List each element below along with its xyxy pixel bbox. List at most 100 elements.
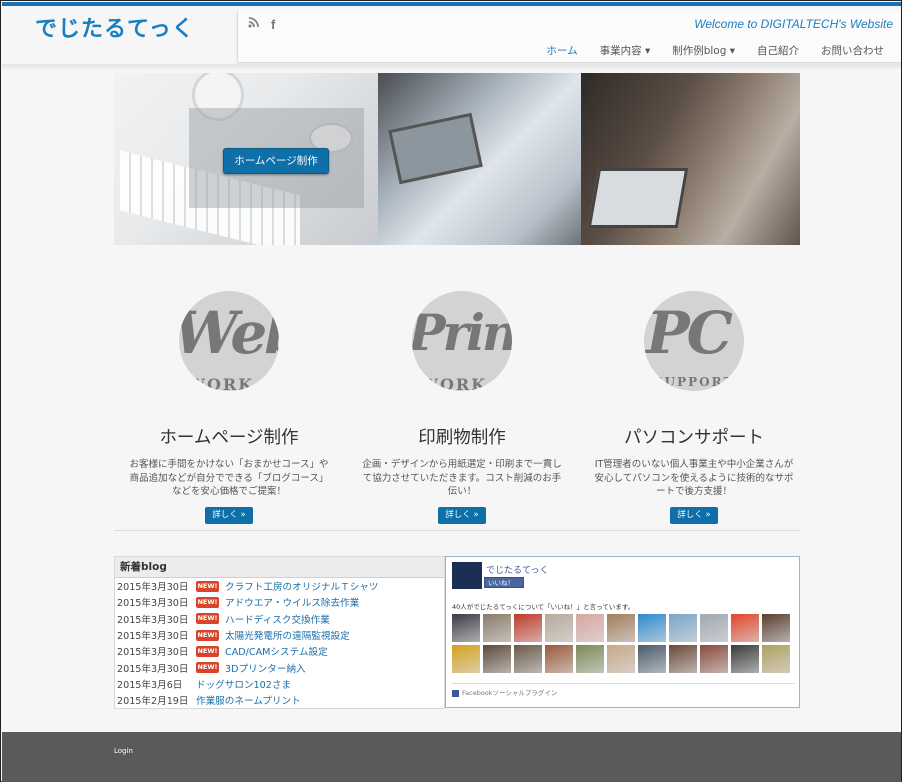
blog-list-item: 2015年3月30日 NEW! クラフト工房のオリジナルＴシャツ	[115, 578, 444, 594]
fan-avatar[interactable]	[607, 645, 635, 673]
pc-badge-sub: SUPPORT	[654, 375, 735, 389]
service-description: 企画・デザインから用紙選定・印刷まで一貫して協力させていただきます。コスト削減の…	[362, 459, 562, 497]
blog-date: 2015年3月6日	[117, 679, 183, 691]
facebook-plugin-footer: Facebookソーシャルプラグイン	[452, 683, 795, 697]
facebook-like-box: でじたるてっく いいね！ 40人がでじたるてっくについて「いいね！」と言っていま…	[445, 556, 800, 708]
laptop-screen-image	[587, 168, 689, 228]
blog-date: 2015年3月30日	[117, 663, 189, 675]
fan-avatar[interactable]	[607, 614, 635, 642]
menu-item-blog[interactable]: 制作例blog ▾	[661, 43, 746, 58]
hero-slider: ホームページ制作	[114, 73, 800, 245]
service-web: Web WORK ホームページ制作 お客様に手間をかけない「おまかせコース」や商…	[114, 286, 344, 524]
service-title: ホームページ制作	[159, 428, 299, 448]
blog-date: 2015年2月19日	[117, 696, 189, 708]
fan-avatar[interactable]	[545, 614, 573, 642]
blog-list-item: 2015年3月30日 NEW! CAD/CAMシステム設定	[115, 643, 444, 659]
print-badge-sub: WORK	[420, 375, 488, 391]
blog-post-link[interactable]: 3Dプリンター納入	[225, 661, 306, 675]
blog-post-link[interactable]: クラフト工房のオリジナルＴシャツ	[225, 579, 379, 593]
services-section: Web WORK ホームページ制作 お客様に手間をかけない「おまかせコース」や商…	[114, 286, 800, 524]
welcome-text: Welcome to DIGITALTECH's Website	[694, 17, 893, 31]
blog-date: 2015年3月30日	[117, 631, 189, 643]
fan-avatar[interactable]	[452, 645, 480, 673]
print-work-icon: Print WORK	[412, 291, 512, 391]
header-nav-box: f Welcome to DIGITALTECH's Website ホーム 事…	[237, 11, 901, 63]
facebook-fans-grid	[452, 614, 795, 673]
laptop-image	[388, 112, 483, 185]
fan-avatar[interactable]	[514, 614, 542, 642]
menu-item-services[interactable]: 事業内容 ▾	[589, 43, 662, 58]
details-button[interactable]: 詳しく »	[205, 506, 253, 524]
service-pc: PC SUPPORT パソコンサポート IT管理者のいない個人事業主や中小企業さ…	[579, 286, 809, 524]
fan-avatar[interactable]	[483, 645, 511, 673]
fan-avatar[interactable]	[731, 614, 759, 642]
pc-support-icon: PC SUPPORT	[644, 291, 744, 391]
page-frame: でじたるてっく f Welcome to DIGITALTECH's Websi…	[0, 0, 902, 782]
hero-image-meeting	[378, 73, 581, 245]
hero-homepage-button[interactable]: ホームページ制作	[223, 148, 329, 174]
blog-post-link[interactable]: ドッグサロン102さま	[196, 677, 291, 691]
blog-post-link[interactable]: CAD/CAMシステム設定	[225, 644, 328, 658]
blog-list-item: 2015年3月30日 NEW! ハードディスク交換作業	[115, 611, 444, 627]
details-button[interactable]: 詳しく »	[438, 506, 486, 524]
blog-post-link[interactable]: 太陽光発電所の遠隔監視設定	[225, 628, 350, 642]
service-print: Print WORK 印刷物制作 企画・デザインから用紙選定・印刷まで一貫して協…	[347, 286, 577, 524]
fan-avatar[interactable]	[514, 645, 542, 673]
facebook-icon[interactable]: f	[271, 17, 275, 32]
social-icons: f	[248, 17, 275, 32]
blog-post-link[interactable]: ハードディスク交換作業	[225, 612, 330, 626]
blog-post-link[interactable]: アドウエア・ウイルス除去作業	[225, 595, 359, 609]
menu-item-home[interactable]: ホーム	[535, 43, 588, 58]
blog-date: 2015年3月30日	[117, 582, 189, 594]
rss-icon[interactable]	[248, 17, 259, 32]
service-title: 印刷物制作	[418, 428, 506, 448]
new-badge: NEW!	[196, 645, 219, 657]
fan-avatar[interactable]	[762, 614, 790, 642]
login-link[interactable]: Login	[114, 747, 133, 755]
fan-avatar[interactable]	[576, 614, 604, 642]
fan-avatar[interactable]	[545, 645, 573, 673]
header-shadow	[2, 64, 901, 70]
fan-avatar[interactable]	[700, 614, 728, 642]
hero-image-desk: ホームページ制作	[114, 73, 378, 245]
blog-list-item: 2015年3月30日 NEW! 太陽光発電所の遠隔監視設定	[115, 627, 444, 643]
fan-avatar[interactable]	[638, 614, 666, 642]
new-badge: NEW!	[196, 596, 219, 608]
details-button[interactable]: 詳しく »	[670, 506, 718, 524]
top-accent-bar	[2, 2, 901, 6]
fan-avatar[interactable]	[762, 645, 790, 673]
fan-avatar[interactable]	[452, 614, 480, 642]
fan-avatar[interactable]	[731, 645, 759, 673]
service-description: お客様に手間をかけない「おまかせコース」や商品追加などが自分でできる「ブログコー…	[129, 459, 329, 497]
blog-heading: 新着blog	[115, 557, 444, 578]
facebook-icon	[452, 689, 459, 697]
menu-item-about[interactable]: 自己紹介	[746, 43, 810, 58]
new-badge: NEW!	[196, 629, 219, 641]
blog-list-item: 2015年2月19日 作業服のネームプリント	[115, 692, 444, 708]
blog-date: 2015年3月30日	[117, 598, 189, 610]
new-blog-widget: 新着blog 2015年3月30日 NEW! クラフト工房のオリジナルＴシャツ 201…	[114, 556, 445, 709]
web-work-icon: Web WORK	[179, 291, 279, 391]
facebook-footer-text[interactable]: Facebookソーシャルプラグイン	[462, 689, 557, 697]
fan-avatar[interactable]	[483, 614, 511, 642]
print-badge-text: Print	[412, 303, 512, 362]
web-badge-text: Web	[179, 299, 279, 367]
blog-list-item: 2015年3月6日 ドッグサロン102さま	[115, 676, 444, 692]
fan-avatar[interactable]	[669, 614, 697, 642]
hero-image-team	[581, 73, 800, 245]
facebook-page-name[interactable]: でじたるてっく	[486, 563, 548, 576]
site-logo[interactable]: でじたるてっく	[35, 11, 195, 43]
facebook-like-count: 40人がでじたるてっくについて「いいね！」と言っています。	[452, 603, 635, 611]
fan-avatar[interactable]	[669, 645, 697, 673]
menu-item-contact[interactable]: お問い合わせ	[810, 43, 895, 58]
facebook-page-thumbnail[interactable]	[452, 562, 482, 589]
new-badge: NEW!	[196, 580, 219, 592]
site-footer: Login	[2, 732, 901, 782]
fan-avatar[interactable]	[576, 645, 604, 673]
facebook-like-button[interactable]: いいね！	[484, 577, 524, 588]
fan-avatar[interactable]	[638, 645, 666, 673]
pc-badge-text: PC	[646, 299, 733, 367]
blog-post-link[interactable]: 作業服のネームプリント	[196, 693, 301, 707]
blog-list-item: 2015年3月30日 NEW! 3Dプリンター納入	[115, 659, 444, 675]
fan-avatar[interactable]	[700, 645, 728, 673]
